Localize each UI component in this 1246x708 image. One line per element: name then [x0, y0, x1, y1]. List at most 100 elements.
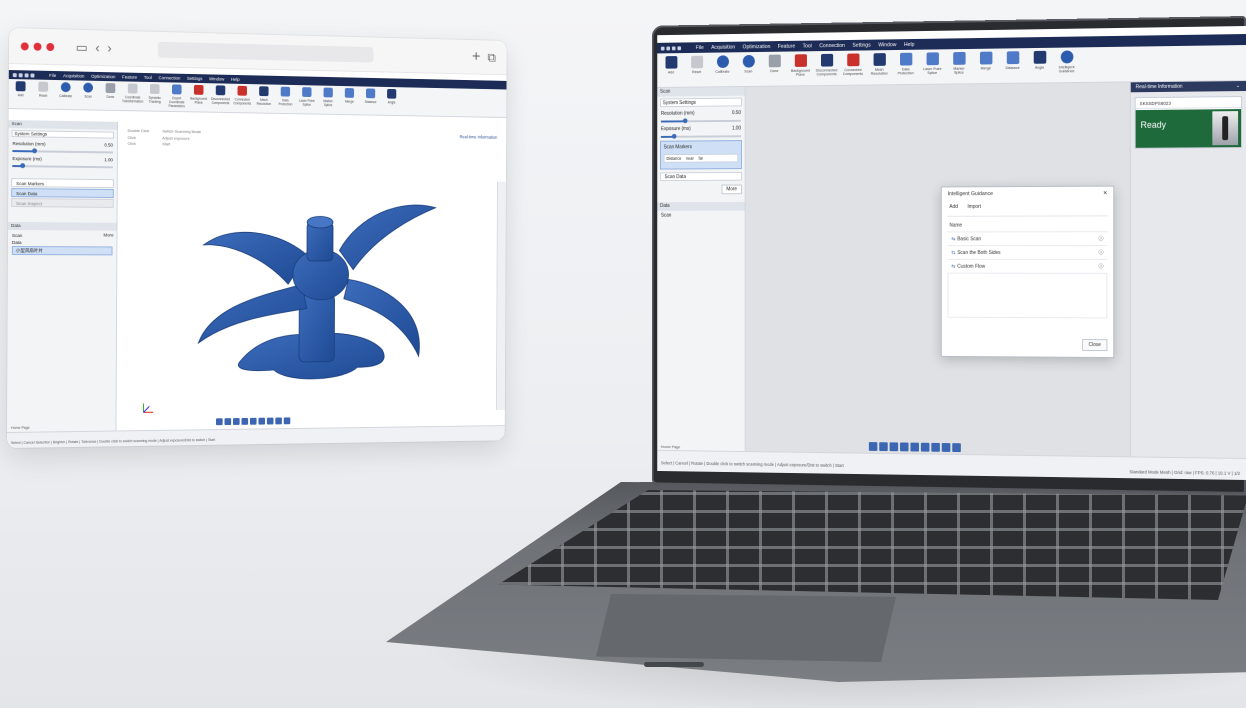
ribbon-button[interactable]: Add [661, 56, 681, 84]
ribbon-button[interactable]: Connected Components [233, 85, 251, 106]
ribbon-button[interactable]: Reset [687, 55, 707, 84]
menu-tool[interactable]: Tool [803, 43, 812, 49]
menu-optimization[interactable]: Optimization [91, 74, 115, 79]
resolution-value[interactable]: 0.50 [732, 110, 741, 116]
ribbon-button[interactable]: Merge [341, 88, 358, 104]
ribbon-button[interactable]: Angle [1029, 50, 1050, 80]
address-bar[interactable] [157, 41, 374, 63]
top-view-icon[interactable] [900, 442, 909, 452]
home-page-tab[interactable]: Home Page [11, 426, 30, 430]
tree-item-scan[interactable]: Scan [661, 213, 741, 220]
ribbon-button[interactable]: Marker Splice [948, 51, 969, 81]
maximize-dot[interactable] [46, 42, 55, 51]
resolution-slider[interactable] [660, 118, 741, 124]
close-dot[interactable] [20, 41, 29, 50]
ribbon-button[interactable]: Merge [975, 51, 996, 81]
select-icon[interactable] [266, 417, 274, 425]
sidebar-icon[interactable]: ▭ [76, 40, 88, 55]
front-view-icon[interactable] [889, 442, 899, 452]
ribbon-button[interactable]: Coordinate Transformation [122, 83, 143, 104]
side-view-icon[interactable] [910, 442, 919, 452]
lasso-icon[interactable] [941, 443, 951, 452]
ribbon-button[interactable]: Add [12, 81, 30, 97]
list-item[interactable]: ⇆ Custom Flow ⓘ [947, 258, 1108, 273]
measure-icon[interactable] [283, 417, 291, 425]
list-item[interactable]: ⇆ Scan the Both Sides ⓘ [947, 245, 1108, 259]
menu-settings[interactable]: Settings [187, 76, 203, 81]
more-button[interactable]: More [103, 233, 113, 238]
ribbon-button[interactable]: Done [764, 54, 784, 83]
ribbon-button[interactable]: Disconnected Components [211, 85, 230, 105]
menu-file[interactable]: File [696, 45, 704, 51]
ribbon-button[interactable]: Dynamic Tracking [146, 83, 163, 104]
iso-view-icon[interactable] [920, 442, 930, 452]
info-icon[interactable]: ⓘ [1099, 263, 1104, 270]
exposure-slider[interactable] [660, 133, 741, 139]
chevron-right-icon[interactable]: › [107, 40, 111, 55]
list-item[interactable]: ⇆ Basic Scan ⓘ [947, 231, 1108, 246]
ribbon-button[interactable]: Reset [34, 81, 52, 98]
ribbon-button[interactable]: Disconnected Components [816, 53, 837, 82]
ribbon-button[interactable]: Data Protection [277, 86, 294, 107]
chevron-left-icon[interactable]: ‹ [95, 40, 99, 55]
menu-settings[interactable]: Settings [852, 42, 870, 48]
ribbon-button[interactable]: Scan [738, 54, 758, 83]
minimize-dot[interactable] [33, 42, 42, 51]
scan-header[interactable]: Scan [657, 86, 745, 97]
3d-viewport[interactable]: Intelligent Guidance ✕ Add Import Name ⇆… [745, 81, 1246, 458]
info-icon[interactable]: ⓘ [1099, 249, 1104, 256]
realtime-info-link[interactable]: Real-time Information [460, 134, 498, 139]
menu-help[interactable]: Help [231, 77, 240, 82]
chevron-down-icon[interactable]: ⌄ [1236, 81, 1240, 91]
ribbon-button[interactable]: Laser Point Splice [298, 87, 315, 107]
fit-view-icon[interactable] [868, 442, 878, 451]
zoom-icon[interactable] [224, 418, 232, 426]
system-settings-select[interactable]: System Settings [659, 97, 742, 108]
menu-connection[interactable]: Connection [158, 75, 180, 80]
resolution-slider[interactable] [12, 148, 114, 154]
menu-window[interactable]: Window [878, 42, 896, 48]
iso-view-icon[interactable] [258, 417, 266, 425]
ribbon-button[interactable]: Done [102, 83, 120, 99]
select-icon[interactable] [931, 442, 940, 452]
fit-view-icon[interactable] [215, 418, 223, 426]
ribbon-button[interactable]: Angle [383, 88, 400, 105]
ribbon-button[interactable]: Marker Splice [320, 87, 337, 107]
ribbon-button[interactable]: Background Plane [790, 54, 811, 82]
3d-viewport[interactable]: Double Click Switch Scanning Mode Click Ad… [116, 121, 507, 431]
ribbon-button[interactable]: Intelligent Guidance [1056, 50, 1077, 79]
scan-data-option[interactable]: Scan Data [659, 171, 742, 182]
menu-acquisition[interactable]: Acquisition [711, 44, 735, 50]
close-button[interactable]: Close [1082, 339, 1108, 352]
menu-window[interactable]: Window [209, 76, 224, 81]
tabs-icon[interactable]: ⧉ [487, 50, 495, 64]
tab-import[interactable]: Import [967, 204, 981, 210]
menu-acquisition[interactable]: Acquisition [63, 73, 84, 78]
top-view-icon[interactable] [241, 417, 249, 425]
tree-item-selected[interactable]: 小型风扇叶片 [11, 246, 113, 256]
resolution-value[interactable]: 0.50 [104, 142, 113, 147]
ribbon-button[interactable]: Background Plane [190, 84, 207, 105]
ribbon-button[interactable]: Data Protection [895, 52, 916, 82]
ribbon-button[interactable]: Mesh Resolution [255, 86, 272, 106]
ribbon-button[interactable]: Calibrate [712, 55, 732, 83]
ribbon-button[interactable]: Scan [79, 82, 97, 99]
data-header[interactable]: Data [657, 201, 745, 211]
scan-header[interactable]: Scan [8, 120, 118, 130]
fan-3d-model[interactable] [174, 137, 454, 412]
menu-connection[interactable]: Connection [819, 42, 845, 48]
info-icon[interactable]: ⓘ [1099, 235, 1104, 242]
lasso-icon[interactable] [275, 417, 282, 425]
tab-add[interactable]: Add [949, 204, 957, 210]
exposure-slider[interactable] [12, 163, 113, 169]
ribbon-button[interactable]: Calibrate [57, 82, 75, 98]
close-icon[interactable]: ✕ [1103, 187, 1107, 201]
front-view-icon[interactable] [233, 418, 240, 425]
exposure-value[interactable]: 1.00 [732, 126, 741, 132]
scan-markers-option[interactable]: Scan Markers Distance near far [659, 140, 742, 170]
ribbon-button[interactable]: Export Coordinate Parameters [168, 84, 185, 108]
scan-data-option[interactable]: Scan Data [11, 188, 114, 198]
ribbon-button[interactable]: Laser Point Splice [922, 52, 943, 81]
ribbon-button[interactable]: Mesh Resolution [869, 53, 890, 82]
plus-icon[interactable]: + [472, 48, 480, 64]
